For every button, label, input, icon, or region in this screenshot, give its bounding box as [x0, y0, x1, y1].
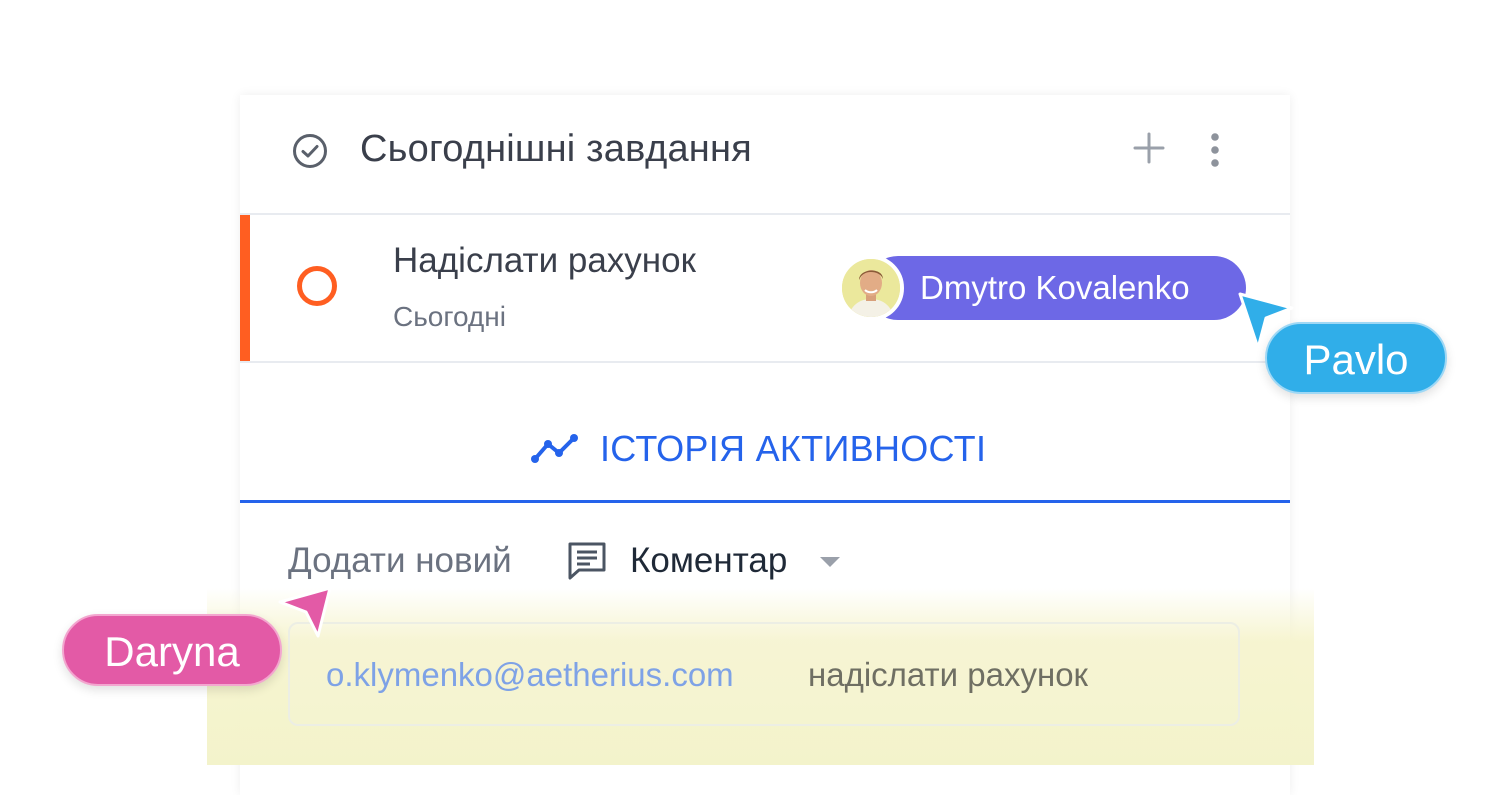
chevron-down-icon: [820, 557, 840, 567]
comment-text: надіслати рахунок: [808, 656, 1088, 693]
tab-activity-history[interactable]: ІСТОРІЯ АКТИВНОСТІ: [240, 405, 1290, 503]
comment-icon: [568, 542, 606, 580]
avatar-image: [842, 259, 900, 317]
section-title: Сьогоднішні завдання: [360, 128, 752, 170]
activity-type-value: Коментар: [630, 541, 788, 580]
assignee-name: Dmytro Kovalenko: [920, 269, 1190, 306]
task-due-date: Сьогодні: [393, 301, 506, 332]
plus-icon[interactable]: [1132, 131, 1166, 165]
more-vertical-icon[interactable]: [1204, 131, 1226, 169]
task-complete-checkbox[interactable]: [297, 266, 337, 306]
priority-bar: [240, 215, 250, 361]
add-new-label: Додати новий: [288, 541, 512, 580]
tab-label: ІСТОРІЯ АКТИВНОСТІ: [600, 428, 987, 469]
avatar: [838, 255, 904, 321]
assignee-chip[interactable]: Dmytro Kovalenko: [838, 255, 1248, 321]
comment-input[interactable]: o.klymenko@aetherius.com надіслати рахун…: [288, 622, 1240, 726]
cursor-arrow-icon: [278, 586, 332, 638]
task-row[interactable]: Надіслати рахунок Сьогодні Dmytro Kovale…: [240, 215, 1290, 363]
add-activity-row: Додати новий Коментар: [240, 535, 1290, 595]
task-title: Надіслати рахунок: [393, 241, 696, 280]
check-circle-icon: [293, 134, 327, 168]
section-header: Сьогоднішні завдання: [240, 95, 1290, 215]
trend-line-icon: [531, 434, 578, 463]
activity-type-select[interactable]: Коментар: [630, 535, 860, 587]
collaborator-cursor-pavlo: Pavlo: [1265, 322, 1447, 394]
mention-link[interactable]: o.klymenko@aetherius.com: [326, 656, 734, 694]
collaborator-cursor-daryna: Daryna: [62, 614, 282, 686]
